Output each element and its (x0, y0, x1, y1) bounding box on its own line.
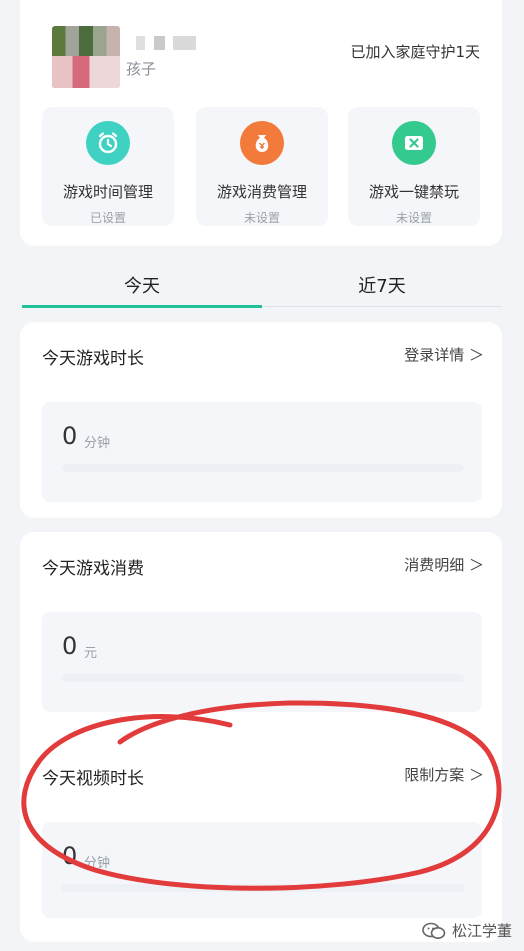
tab-last-7-days[interactable]: 近7天 (262, 272, 502, 306)
game-time-value: 0 (62, 422, 78, 450)
game-time-bar (62, 464, 464, 472)
feature-game-block[interactable]: 游戏一键禁玩 未设置 (348, 107, 480, 226)
game-time-unit: 分钟 (84, 436, 111, 451)
video-time-panel: 0 分钟 (42, 822, 482, 918)
limit-plan-link[interactable]: 限制方案 ＞ (404, 764, 484, 785)
block-screen-icon (392, 121, 436, 165)
blurred-name (136, 36, 196, 50)
feature-state: 未设置 (395, 211, 432, 225)
feature-name: 游戏时间管理 (62, 183, 153, 201)
game-time-card: 今天游戏时长 登录详情 ＞ 0 分钟 (20, 322, 502, 518)
game-spend-panel: 0 元 (42, 612, 482, 712)
guard-days-text: 已加入家庭守护1天 (350, 43, 480, 61)
game-time-panel: 0 分钟 (42, 402, 482, 502)
tab-today[interactable]: 今天 (22, 272, 262, 306)
video-time-title: 今天视频时长 (42, 769, 144, 789)
game-spend-unit: 元 (84, 646, 98, 661)
avatar[interactable] (52, 26, 120, 88)
video-time-bar (62, 884, 464, 892)
video-time-unit: 分钟 (84, 856, 111, 871)
tab-divider (262, 306, 502, 307)
alarm-clock-icon (86, 121, 130, 165)
feature-name: 游戏消费管理 (216, 183, 307, 201)
game-spend-bar (62, 674, 464, 682)
game-time-title: 今天游戏时长 (42, 349, 144, 369)
game-spend-title: 今天游戏消费 (42, 559, 144, 579)
profile-card: 孩子 已加入家庭守护1天 游戏时间管理 已设置 游戏消费管理 未设置 游戏一键禁… (20, 0, 502, 246)
feature-game-spend[interactable]: 游戏消费管理 未设置 (196, 107, 328, 226)
feature-game-time[interactable]: 游戏时间管理 已设置 (42, 107, 174, 226)
feature-state: 未设置 (243, 211, 280, 225)
spend-details-link[interactable]: 消费明细 ＞ (404, 554, 484, 575)
feature-state: 已设置 (89, 211, 126, 225)
feature-name: 游戏一键禁玩 (368, 183, 459, 201)
money-bag-icon (240, 121, 284, 165)
wechat-icon (422, 922, 446, 940)
member-role: 孩子 (126, 60, 157, 78)
game-spend-value: 0 (62, 632, 78, 660)
active-tab-indicator (22, 305, 262, 308)
login-details-link[interactable]: 登录详情 ＞ (404, 344, 484, 365)
watermark-text: 松江学董 (451, 922, 512, 940)
watermark: 松江学董 (422, 920, 512, 941)
game-spend-card: 今天游戏消费 消费明细 ＞ 0 元 今天视频时长 限制方案 ＞ 0 分钟 (20, 532, 502, 942)
video-time-value: 0 (62, 842, 78, 870)
